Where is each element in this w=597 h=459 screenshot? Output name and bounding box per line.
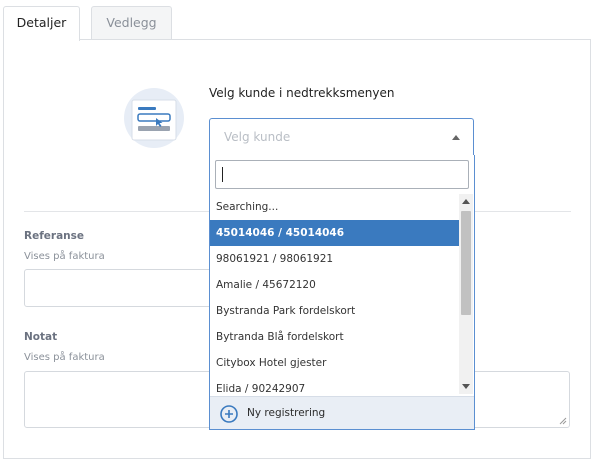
- customer-select[interactable]: Velg kunde: [209, 118, 474, 155]
- notat-sublabel: Vises på faktura: [24, 352, 105, 363]
- customer-options-list: Searching... 45014046 / 45014046 9806192…: [210, 194, 459, 394]
- new-registration-button[interactable]: Ny registrering: [210, 396, 474, 429]
- select-customer-illustration-icon: [124, 88, 184, 148]
- text-cursor: [222, 167, 223, 182]
- resize-handle-icon[interactable]: [559, 417, 567, 425]
- options-scrollbar[interactable]: [459, 194, 473, 394]
- customer-select-placeholder: Velg kunde: [224, 130, 291, 144]
- option-searching: Searching...: [216, 201, 279, 213]
- notat-label: Notat: [24, 331, 58, 343]
- tab-bar: Detaljer Vedlegg: [0, 0, 597, 41]
- customer-option[interactable]: 45014046 / 45014046: [210, 220, 459, 246]
- scroll-down-icon[interactable]: [462, 384, 470, 389]
- customer-search-input[interactable]: [215, 160, 469, 189]
- customer-option[interactable]: Amalie / 45672120: [210, 272, 459, 298]
- customer-option[interactable]: 98061921 / 98061921: [210, 246, 459, 272]
- customer-instruction: Velg kunde i nedtrekksmenyen: [209, 86, 395, 100]
- customer-option[interactable]: Elida / 90242907: [210, 376, 459, 394]
- customer-dropdown: Searching... 45014046 / 45014046 9806192…: [209, 155, 475, 430]
- scroll-up-icon[interactable]: [462, 199, 470, 204]
- customer-option[interactable]: Bystranda Park fordelskort: [210, 298, 459, 324]
- scrollbar-thumb[interactable]: [461, 211, 471, 315]
- chevron-up-icon[interactable]: [452, 135, 460, 140]
- referanse-sublabel: Vises på faktura: [24, 251, 105, 262]
- referanse-label: Referanse: [24, 230, 85, 242]
- customer-option[interactable]: Bytranda Blå fordelskort: [210, 324, 459, 350]
- tab-detaljer[interactable]: Detaljer: [3, 6, 80, 41]
- add-circle-icon: [220, 405, 238, 423]
- cropped-label: [24, 442, 27, 452]
- new-registration-label: Ny registrering: [247, 407, 326, 419]
- customer-option[interactable]: Citybox Hotel gjester: [210, 350, 459, 376]
- tab-vedlegg[interactable]: Vedlegg: [91, 6, 172, 40]
